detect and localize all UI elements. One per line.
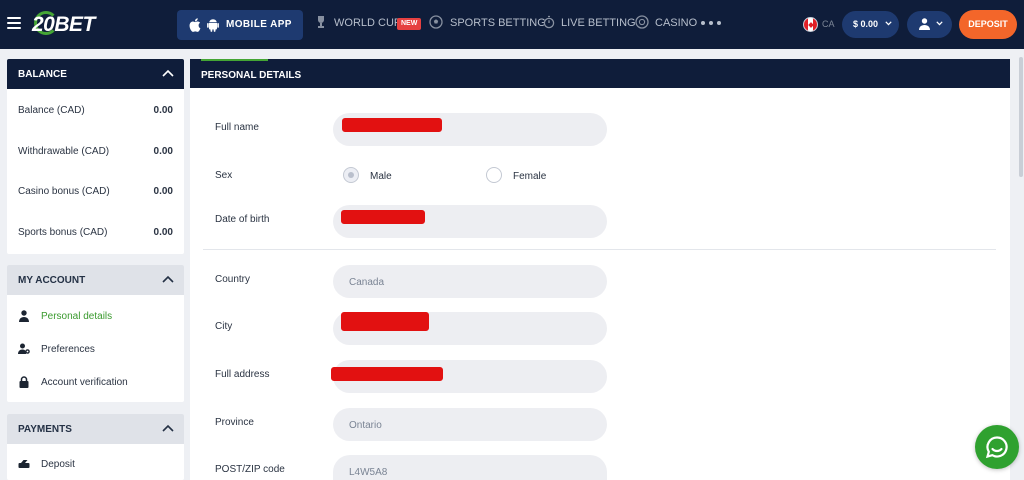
user-menu-button[interactable] [907,11,952,38]
sidebar-item-preferences[interactable]: Preferences [18,342,173,358]
full-name-label: Full name [215,122,259,133]
more-dots-icon[interactable] [701,21,721,25]
sex-label: Sex [215,170,233,181]
canada-flag-icon[interactable] [803,17,818,32]
province-field[interactable]: Ontario [333,408,607,441]
deposit-button[interactable]: DEPOSIT [959,10,1017,39]
android-icon [207,19,219,32]
sex-female-label[interactable]: Female [513,171,546,182]
province-label: Province [215,417,254,428]
payments-panel-header[interactable]: PAYMENTS [7,414,184,444]
mobile-app-label: MOBILE APP [226,19,292,30]
province-value: Ontario [349,420,382,431]
scrollbar-thumb[interactable] [1019,57,1023,177]
sex-male-radio[interactable] [343,167,359,183]
sidebar-item-label: Account verification [41,377,128,388]
balance-panel-header[interactable]: BALANCE [7,59,184,89]
sidebar-item-label: Deposit [41,459,75,470]
zip-value: L4W5A8 [349,467,388,478]
live-chat-button[interactable] [975,425,1019,469]
country-code[interactable]: CA [822,19,835,29]
payments-panel: PAYMENTS Deposit [7,414,184,480]
personal-details-header: PERSONAL DETAILS [190,59,1010,88]
sex-female-radio[interactable] [486,167,502,183]
logo[interactable]: 20BET [30,9,106,39]
sex-male-label[interactable]: Male [370,171,392,182]
nav-live-betting[interactable]: LIVE BETTING [561,17,636,29]
chat-bubble-icon [985,436,1008,459]
user-icon [919,18,930,30]
chevron-up-icon [162,69,174,77]
user-icon [19,310,29,322]
balance-panel: BALANCE Balance (CAD) 0.00 Withdrawable … [7,59,184,254]
header-accent-bar [201,59,268,61]
balance-row-value: 0.00 [153,186,173,197]
trophy-icon [318,16,324,28]
my-account-panel: MY ACCOUNT Personal details Preferences … [7,265,184,402]
payments-panel-title: PAYMENTS [18,424,72,435]
apple-icon [189,18,201,32]
sidebar-item-label: Personal details [41,311,113,322]
chevron-down-icon [885,21,892,26]
top-navbar: 20BET MOBILE APP WORLD CUP NEW SPORTS BE… [0,0,1024,49]
country-field[interactable]: Canada [333,265,607,298]
casino-bonus-row: Casino bonus (CAD) 0.00 [18,186,173,200]
new-badge: NEW [397,18,422,30]
full-address-label: Full address [215,369,270,380]
sports-bonus-row: Sports bonus (CAD) 0.00 [18,227,173,241]
city-label: City [215,321,233,332]
nav-casino[interactable]: CASINO [655,17,697,29]
lock-icon [19,376,29,388]
country-value: Canada [349,277,385,288]
page-scrollbar[interactable] [1018,49,1024,480]
balance-row-value: 0.00 [153,105,173,116]
deposit-icon [18,460,30,468]
redaction-mark [341,312,429,331]
balance-row: Balance (CAD) 0.00 [18,105,173,119]
sidebar-item-deposit[interactable]: Deposit [18,457,173,473]
chevron-up-icon [162,275,174,283]
balance-row-value: 0.00 [153,146,173,157]
hamburger-menu-icon[interactable] [7,16,21,30]
balance-row-label: Balance (CAD) [18,105,85,116]
chevron-down-icon [936,21,943,26]
balance-panel-title: BALANCE [18,69,67,80]
balance-row-label: Sports bonus (CAD) [18,227,108,238]
my-account-panel-title: MY ACCOUNT [18,275,86,286]
preferences-icon [18,343,30,354]
redaction-mark [341,210,425,224]
my-account-panel-header[interactable]: MY ACCOUNT [7,265,184,295]
sidebar-item-label: Preferences [41,344,95,355]
balance-dropdown-button[interactable]: $ 0.00 [842,11,899,38]
balance-row-label: Withdrawable (CAD) [18,146,110,157]
nav-sports-betting[interactable]: SPORTS BETTING [450,17,546,29]
nav-world-cup[interactable]: WORLD CUP [334,17,401,29]
withdrawable-row: Withdrawable (CAD) 0.00 [18,146,173,160]
balance-row-label: Casino bonus (CAD) [18,186,110,197]
sidebar-item-personal-details[interactable]: Personal details [18,309,173,325]
country-label: Country [215,274,251,285]
sidebar-item-account-verification[interactable]: Account verification [18,375,173,391]
mobile-app-button[interactable]: MOBILE APP [177,10,303,40]
logo-text: 20BET [32,13,95,36]
header-balance: $ 0.00 [853,19,879,29]
section-divider [203,249,996,250]
redaction-mark [342,118,442,132]
casino-chip-icon [635,15,649,29]
soccer-ball-icon [429,15,443,29]
redaction-mark [331,367,443,381]
chevron-up-icon [162,424,174,432]
zip-label: POST/ZIP code [215,464,285,475]
zip-field[interactable]: L4W5A8 [333,455,607,480]
balance-row-value: 0.00 [153,227,173,238]
dob-label: Date of birth [215,214,270,225]
page-title: PERSONAL DETAILS [201,70,302,81]
live-stopwatch-icon [543,15,555,29]
